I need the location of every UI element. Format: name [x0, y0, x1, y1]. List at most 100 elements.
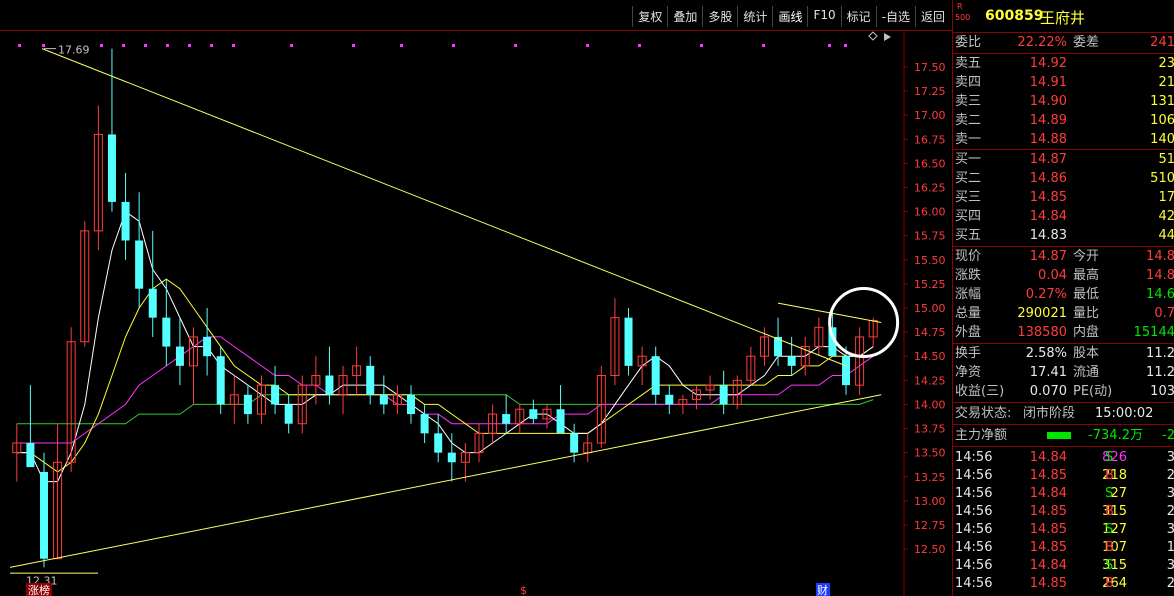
stock-name[interactable]: 王府井 — [1040, 7, 1085, 28]
diamond-icon — [868, 31, 878, 41]
event-marker-dot — [352, 44, 355, 47]
stat-value: 2.58% — [1025, 346, 1067, 361]
toolbar-button-0[interactable]: 复权 — [632, 6, 667, 27]
candle-body-down — [665, 394, 674, 405]
sell-level-row: 卖四 14.91 21 — [953, 73, 1174, 92]
toolbar-button-6[interactable]: 标记 — [840, 6, 876, 27]
chart-canvas[interactable]: 17.50 17.25 17.00 16.75 16.50 16.25 16.00 15.75… — [0, 30, 952, 596]
buy-level-price: 14.87 — [1029, 152, 1067, 167]
candle-body-down — [502, 414, 511, 424]
stat-label: 股本 — [1073, 346, 1100, 361]
candle-body-down — [570, 433, 579, 453]
stat-row: 外盘 138580 内盘 15144 — [953, 323, 1174, 342]
toolbar-button-2[interactable]: 多股 — [702, 6, 737, 27]
net-flow-value: -734.2万 — [1088, 428, 1143, 443]
tick-time: 14:56 — [955, 558, 993, 573]
sell-level-row: 卖五 14.92 23 — [953, 54, 1174, 73]
sell-level-volume: 140 — [1150, 132, 1174, 147]
stat-value: 11.2 — [1146, 365, 1174, 380]
price-axis-label: 15.75 — [914, 230, 946, 243]
buy-level-price: 14.86 — [1029, 171, 1067, 186]
event-marker-dot — [122, 44, 125, 47]
event-marker-dot — [100, 44, 103, 47]
event-marker-dot — [844, 44, 847, 47]
stat-row: 收益(三) 0.070 PE(动) 103 — [953, 382, 1174, 401]
toolbar-button-8[interactable]: 返回 — [914, 6, 950, 27]
candle-body-down — [175, 346, 184, 366]
stat-label: 涨跌 — [955, 268, 982, 283]
toolbar-button-4[interactable]: 画线 — [772, 6, 807, 27]
price-axis-label: 13.25 — [914, 471, 946, 484]
event-marker-dot — [514, 44, 517, 47]
stat-label: 内盘 — [1073, 325, 1100, 340]
candle-body-down — [203, 336, 212, 357]
sell-level-label: 卖四 — [955, 75, 982, 90]
price-axis-label: 16.75 — [914, 133, 946, 146]
buy-level-row: 买四 14.84 42 — [953, 207, 1174, 226]
buy-level-row: 买一 14.87 51 — [953, 150, 1174, 169]
event-marker-dot — [828, 44, 831, 47]
price-axis-label: 13.50 — [914, 447, 946, 460]
candle-body-down — [651, 356, 660, 395]
candle-body-down — [39, 471, 48, 559]
tick-price: 14.85 — [1029, 468, 1067, 483]
buy-level-label: 买四 — [955, 209, 982, 224]
tick-count: 2 — [1166, 468, 1174, 483]
tick-price: 14.85 — [1029, 540, 1067, 555]
candle-body-down — [366, 365, 375, 395]
trade-status-label: 交易状态: — [955, 406, 1012, 421]
tick-count: 3 — [1166, 450, 1174, 465]
candle-body-down — [842, 356, 851, 386]
high-price-label: 17.69 — [58, 44, 90, 57]
sell-level-price: 14.88 — [1029, 132, 1067, 147]
toolbar-button-1[interactable]: 叠加 — [667, 6, 702, 27]
candle-body-down — [379, 394, 388, 405]
buy-level-label: 买五 — [955, 228, 982, 243]
candle-body-down — [121, 201, 130, 241]
toolbar-button-5[interactable]: F10 — [807, 6, 840, 27]
candle-body-down — [434, 433, 443, 453]
event-marker-dot — [232, 44, 235, 47]
toolbar-button-3[interactable]: 统计 — [737, 6, 772, 27]
candle-body-down — [529, 409, 538, 419]
stock-code[interactable]: 600859 — [985, 8, 1043, 24]
sell-level-price: 14.92 — [1029, 56, 1067, 71]
event-marker-dot — [400, 44, 403, 47]
candle-body-down — [447, 452, 456, 463]
candle-body-down — [325, 375, 334, 395]
chart-top-bar: 复权 叠加 多股 统计 画线 F10 标记 -自选 返回 — [0, 0, 952, 31]
stat-row: 涨跌 0.04 最高 14.8 — [953, 266, 1174, 285]
net-flow-label: 主力净额 — [955, 428, 1008, 443]
candlestick-chart[interactable]: 17.50 17.25 17.00 16.75 16.50 16.25 16.00 15.75… — [0, 30, 952, 596]
net-flow-row: 主力净额 -734.2万 -2 — [953, 426, 1174, 445]
weibi-label: 委比 — [955, 35, 982, 50]
tick-side: S — [1105, 558, 1114, 573]
toolbar-button-7[interactable]: -自选 — [875, 6, 915, 27]
stat-label: 涨幅 — [955, 287, 982, 302]
tick-row: 14:56 14.85 107 B 1 — [953, 538, 1174, 557]
bottom-tag-zhangbang: 涨榜 — [28, 583, 50, 596]
stat-value: 17.41 — [1029, 365, 1067, 380]
stat-value: 0.070 — [1029, 384, 1067, 399]
tick-count: 3 — [1166, 522, 1174, 537]
candle-body-down — [243, 394, 252, 415]
stat-value: 11.2 — [1146, 346, 1174, 361]
weibi-row: 委比 22.22% 委差 241 — [953, 33, 1174, 52]
stat-row: 换手 2.58% 股本 11.2 — [953, 344, 1174, 363]
buy-level-volume: 51 — [1158, 152, 1174, 167]
stat-value: 14.87 — [1029, 249, 1067, 264]
sell-level-label: 卖一 — [955, 132, 982, 147]
buy-level-label: 买三 — [955, 190, 982, 205]
tick-time: 14:56 — [955, 450, 993, 465]
tick-row: 14:56 14.85 315 B 2 — [953, 502, 1174, 521]
quote-panel: R 500 600859 王府井 委比 22.22% 委差 241 卖五 14.92 23 卖… — [952, 0, 1174, 596]
tick-count: 2 — [1166, 504, 1174, 519]
event-marker-dot — [166, 44, 169, 47]
tick-count: 3 — [1166, 486, 1174, 501]
tick-time: 14:56 — [955, 540, 993, 555]
net-flow-bar — [1047, 432, 1071, 439]
stat-value: 138580 — [1017, 325, 1067, 340]
chart-toolbar: 复权 叠加 多股 统计 画线 F10 标记 -自选 返回 — [632, 6, 950, 27]
price-axis-label: 15.00 — [914, 302, 946, 315]
sell-level-label: 卖三 — [955, 94, 982, 109]
